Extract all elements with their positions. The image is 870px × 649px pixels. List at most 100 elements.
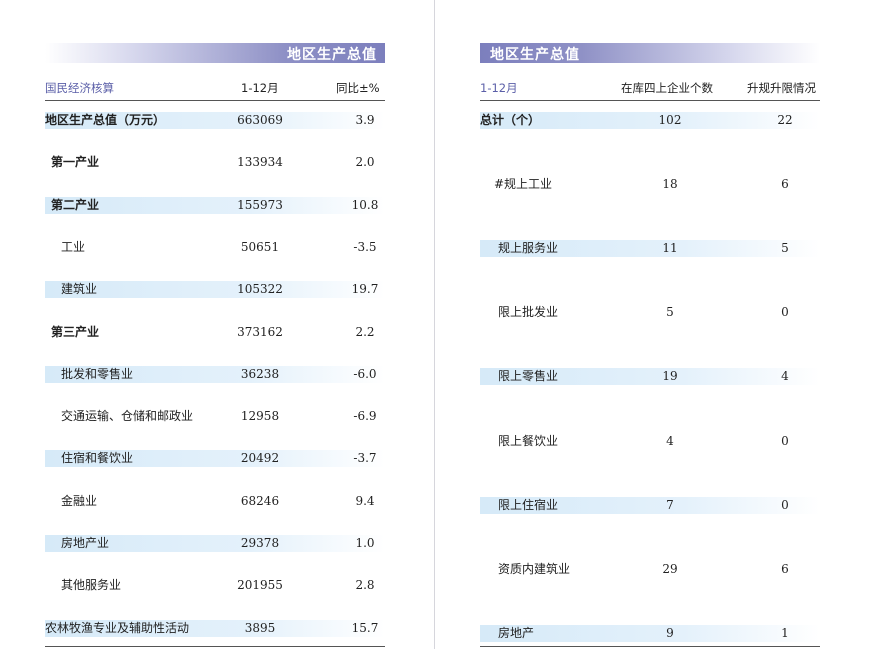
right-header-line — [480, 100, 820, 101]
left-table-row: 房地产业 29378 1.0 — [45, 535, 385, 552]
right-table-row: 限上批发业 5 0 — [480, 304, 820, 321]
row-count: 102 — [658, 113, 682, 127]
row-label: 建筑业 — [61, 282, 98, 297]
right-header-upgraded: 升规升限情况 — [747, 81, 816, 95]
left-title-bar: 地区生产总值 — [45, 43, 385, 63]
right-title: 地区生产总值 — [490, 47, 580, 63]
row-label: 第一产业 — [51, 155, 100, 170]
row-value: 50651 — [240, 239, 280, 254]
row-value: 12958 — [240, 409, 280, 424]
right-table-row: 限上住宿业 7 0 — [480, 496, 820, 514]
row-label: 限上零售业 — [498, 369, 559, 384]
left-table-row: 第二产业 155973 10.8 — [45, 196, 385, 214]
row-label: 限上餐饮业 — [498, 433, 559, 448]
left-table-row: 其他服务业 201955 2.8 — [45, 577, 385, 594]
row-count: 7 — [666, 497, 674, 512]
row-value: 201955 — [237, 578, 283, 593]
row-upgraded: 0 — [781, 305, 789, 320]
left-table-row: 工业 50651 -3.5 — [45, 239, 385, 256]
right-bottom-line — [480, 646, 820, 647]
row-label: 其他服务业 — [61, 578, 122, 593]
right-table-row: 总计（个） 102 22 — [480, 112, 820, 129]
left-header-category: 国民经济核算 — [45, 81, 114, 95]
row-count: 19 — [662, 369, 678, 384]
row-change: -6.0 — [353, 366, 377, 381]
row-value: 36238 — [240, 366, 280, 381]
row-change: 9.4 — [355, 493, 375, 508]
row-label: 工业 — [61, 239, 86, 254]
row-change: 2.8 — [355, 578, 375, 593]
left-table-row: 建筑业 105322 19.7 — [45, 281, 385, 299]
row-label: 农林牧渔专业及辅助性活动 — [45, 620, 190, 635]
row-label: 交通运输、仓储和邮政业 — [61, 409, 194, 424]
row-count: 4 — [666, 433, 674, 448]
row-label: 规上服务业 — [498, 241, 559, 256]
row-label: 地区生产总值（万元） — [45, 113, 166, 127]
row-label: 第二产业 — [51, 197, 100, 212]
row-count: 5 — [666, 305, 674, 320]
row-count: 29 — [662, 561, 678, 576]
row-change: 3.9 — [355, 113, 375, 127]
row-label: 批发和零售业 — [61, 366, 134, 381]
row-label: 限上住宿业 — [498, 497, 559, 512]
left-table-row: 地区生产总值（万元） 663069 3.9 — [45, 112, 385, 129]
row-value: 29378 — [240, 536, 280, 550]
right-table-row: 房地产 9 1 — [480, 624, 820, 642]
left-header-period: 1-12月 — [241, 81, 279, 95]
row-value: 373162 — [237, 324, 283, 339]
row-count: 9 — [666, 625, 674, 640]
left-table-row: 第三产业 373162 2.2 — [45, 324, 385, 341]
right-title-bar: 地区生产总值 — [480, 43, 820, 63]
row-label: 第三产业 — [51, 324, 100, 339]
right-header-period: 1-12月 — [480, 81, 518, 95]
row-upgraded: 1 — [781, 625, 789, 640]
row-label: 金融业 — [61, 493, 98, 508]
right-table-row: 限上餐饮业 4 0 — [480, 433, 820, 450]
right-table-row: #规上工业 18 6 — [480, 176, 820, 193]
left-table-row: 第一产业 133934 2.0 — [45, 154, 385, 171]
row-upgraded: 6 — [781, 177, 789, 192]
row-label: #规上工业 — [494, 177, 553, 192]
row-upgraded: 0 — [781, 497, 789, 512]
row-value: 155973 — [237, 197, 283, 212]
row-change: 1.0 — [355, 536, 375, 550]
right-table-row: 限上零售业 19 4 — [480, 368, 820, 386]
row-value: 68246 — [240, 493, 280, 508]
row-upgraded: 6 — [781, 561, 789, 576]
right-header-count: 在库四上企业个数 — [621, 81, 713, 95]
row-label: 房地产 — [498, 625, 535, 640]
row-change: -3.7 — [353, 451, 377, 466]
row-label: 限上批发业 — [498, 305, 559, 320]
row-value: 105322 — [237, 282, 283, 297]
left-header-line — [45, 100, 385, 101]
row-change: 15.7 — [351, 620, 379, 635]
row-upgraded: 5 — [781, 241, 789, 256]
right-table-row: 规上服务业 11 5 — [480, 240, 820, 258]
left-table-row: 住宿和餐饮业 20492 -3.7 — [45, 450, 385, 468]
row-label: 房地产业 — [61, 536, 110, 550]
row-label: 总计（个） — [480, 113, 541, 127]
row-value: 663069 — [237, 113, 283, 127]
left-header-change: 同比±% — [336, 81, 380, 95]
row-value: 20492 — [240, 451, 280, 466]
left-bottom-line — [45, 646, 385, 647]
row-change: 10.8 — [351, 197, 379, 212]
row-upgraded: 4 — [781, 369, 789, 384]
row-value: 133934 — [237, 155, 283, 170]
row-count: 11 — [662, 241, 678, 256]
row-change: 2.0 — [355, 155, 375, 170]
row-change: 19.7 — [351, 282, 379, 297]
row-change: -3.5 — [353, 239, 377, 254]
row-count: 18 — [662, 177, 678, 192]
row-value: 3895 — [244, 620, 276, 635]
page-divider — [434, 0, 435, 649]
row-upgraded: 0 — [781, 433, 789, 448]
left-table-row: 农林牧渔专业及辅助性活动 3895 15.7 — [45, 619, 385, 637]
left-table-row: 金融业 68246 9.4 — [45, 493, 385, 510]
row-label: 资质内建筑业 — [498, 561, 571, 576]
row-change: -6.9 — [353, 409, 377, 424]
row-upgraded: 22 — [777, 113, 793, 127]
left-table-row: 交通运输、仓储和邮政业 12958 -6.9 — [45, 408, 385, 425]
row-change: 2.2 — [355, 324, 375, 339]
right-table-row: 资质内建筑业 29 6 — [480, 561, 820, 578]
